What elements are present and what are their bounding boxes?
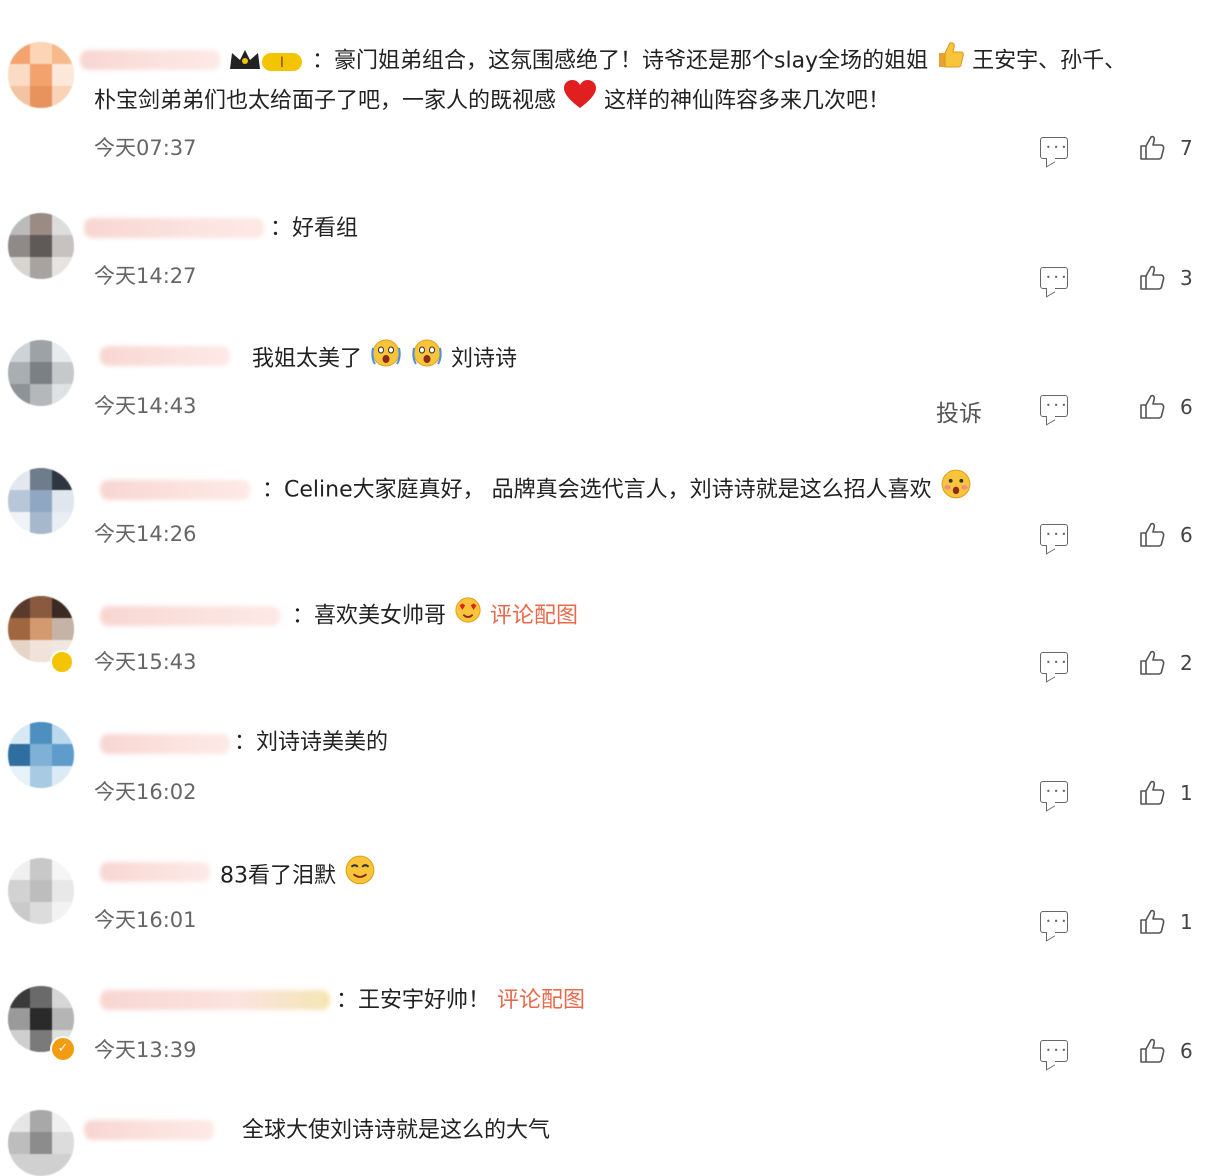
reply-icon[interactable]: •••: [1040, 781, 1068, 803]
like-icon: [1138, 779, 1166, 807]
like-button[interactable]: 7: [1138, 134, 1193, 162]
comment-text-line2: 朴宝剑弟弟们也太给面子了吧，一家人的既视感 这样的神仙阵容多来几次吧！: [94, 80, 890, 123]
like-icon: [1138, 908, 1166, 936]
avatar[interactable]: [8, 1110, 74, 1176]
like-icon: [1138, 521, 1166, 549]
like-button[interactable]: 3: [1138, 264, 1193, 292]
comment-text: 我姐太美了 刘诗诗: [252, 338, 517, 381]
vip-badge: I: [228, 45, 306, 75]
like-count: 6: [1180, 395, 1193, 419]
avatar[interactable]: [8, 858, 74, 924]
report-button[interactable]: 投诉: [936, 394, 982, 428]
like-icon: [1138, 649, 1166, 677]
badge-level: I: [280, 55, 284, 71]
avatar[interactable]: [8, 340, 74, 406]
reply-icon[interactable]: •••: [1040, 395, 1068, 417]
like-icon: [1138, 393, 1166, 421]
avatar[interactable]: [8, 722, 74, 788]
like-button[interactable]: 6: [1138, 393, 1193, 421]
reply-icon[interactable]: •••: [1040, 137, 1068, 159]
comment-text: ：刘诗诗美美的: [234, 730, 389, 755]
like-button[interactable]: 2: [1138, 649, 1193, 677]
comment-time: 今天15:43: [94, 650, 197, 674]
like-count: 2: [1180, 651, 1193, 675]
verified-icon: [50, 650, 74, 674]
like-button[interactable]: 1: [1138, 779, 1193, 807]
like-count: 7: [1180, 136, 1193, 160]
username-blurred[interactable]: [100, 606, 280, 626]
verified-icon: ✓: [50, 1036, 76, 1062]
avatar[interactable]: [8, 468, 74, 534]
comment-text: ：好看组: [270, 216, 359, 241]
comment-time: 今天14:27: [94, 264, 197, 288]
username-blurred[interactable]: [84, 1120, 214, 1140]
reply-icon[interactable]: •••: [1040, 524, 1068, 546]
like-icon: [1138, 134, 1166, 162]
heart-emoji: [563, 80, 597, 123]
username-blurred[interactable]: [100, 346, 230, 366]
blush-emoji: [939, 468, 973, 513]
smile-emoji: [343, 854, 377, 899]
username-blurred[interactable]: [100, 480, 250, 500]
comment-text: ：Celine大家庭真好， 品牌真会选代言人，刘诗诗就是这么招人喜欢: [262, 468, 973, 513]
like-icon: [1138, 264, 1166, 292]
avatar[interactable]: [8, 213, 74, 279]
reply-icon[interactable]: •••: [1040, 1040, 1068, 1062]
like-button[interactable]: 6: [1138, 1037, 1193, 1065]
like-icon: [1138, 1037, 1166, 1065]
comment-time: 今天14:26: [94, 522, 197, 546]
comment-time: 今天13:39: [94, 1038, 197, 1062]
comment-image-link[interactable]: 评论配图: [490, 604, 578, 629]
comment-time: 今天16:01: [94, 908, 197, 932]
username-blurred[interactable]: [80, 50, 220, 70]
comment-text: ：王安宇好帅！ 评论配图: [336, 988, 586, 1013]
reply-icon[interactable]: •••: [1040, 652, 1068, 674]
thumbs-up-emoji: [935, 41, 965, 82]
username-blurred[interactable]: [100, 990, 330, 1010]
comment-text: ：豪门姐弟组合，这氛围感绝了！诗爷还是那个slay全场的姐姐 王安宇、孙千、: [312, 41, 1126, 82]
username-blurred[interactable]: [84, 218, 264, 238]
like-count: 3: [1180, 266, 1193, 290]
comment-time: 今天16:02: [94, 780, 197, 804]
love-emoji: [453, 596, 483, 637]
username-blurred[interactable]: [100, 734, 230, 754]
like-count: 6: [1180, 1039, 1193, 1063]
shocked-emoji: [369, 338, 403, 381]
reply-icon[interactable]: •••: [1040, 911, 1068, 933]
crown-icon: I: [230, 50, 302, 71]
like-button[interactable]: 1: [1138, 908, 1193, 936]
comment-text: ：喜欢美女帅哥 评论配图: [292, 596, 578, 637]
comment-text: 83看了泪默: [220, 854, 377, 899]
comment-image-link[interactable]: 评论配图: [497, 988, 585, 1013]
username-blurred[interactable]: [100, 862, 210, 882]
like-count: 6: [1180, 523, 1193, 547]
like-button[interactable]: 6: [1138, 521, 1193, 549]
like-count: 1: [1180, 910, 1193, 934]
comment-time: 今天14:43: [94, 394, 197, 418]
reply-icon[interactable]: •••: [1040, 267, 1068, 289]
like-count: 1: [1180, 781, 1193, 805]
comment-text: 全球大使刘诗诗就是这么的大气: [242, 1118, 551, 1143]
shocked-emoji: [410, 338, 444, 381]
comment-time: 今天07:37: [94, 136, 197, 160]
avatar[interactable]: [8, 42, 74, 108]
